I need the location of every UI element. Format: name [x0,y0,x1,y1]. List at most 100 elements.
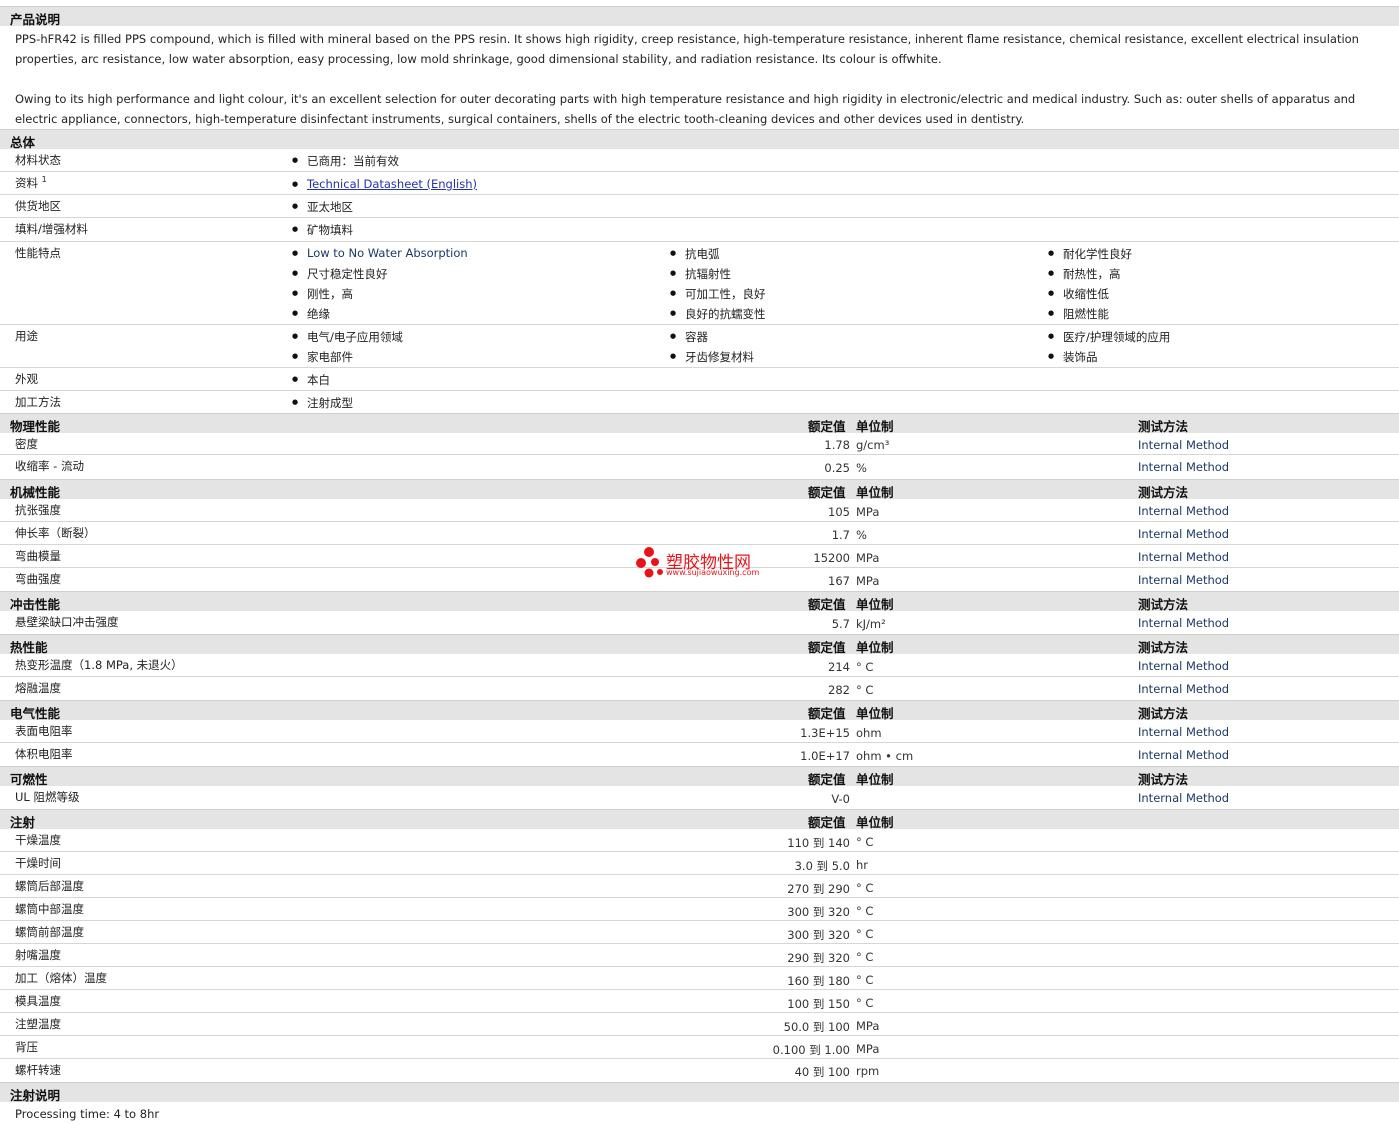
property-unit: ° C [856,904,874,918]
test-method: Internal Method [1138,748,1230,762]
test-method: Internal Method [1138,438,1230,452]
property-unit: ° C [856,683,874,697]
property-unit: g/cm³ [856,438,890,452]
property-value: 167 [828,574,850,588]
property-label: 热变形温度（1.8 MPa, 未退火） [15,658,183,672]
property-row: 体积电阻率 1.0E+17 ohm • cm Internal Method [0,743,1399,766]
property-value: 1.3E+15 [800,726,850,740]
section-header-description: 产品说明 [0,6,1399,27]
property-value: 50.0 到 100 [783,1020,850,1034]
test-method: Internal Method [1138,573,1230,587]
property-unit: ° C [856,996,874,1010]
property-row: 熔融温度 282 ° C Internal Method [0,677,1399,700]
property-row: 收缩率 - 流动 0.25% Internal Method [0,455,1399,478]
property-row: 螺筒后部温度 270 到 290 ° C [0,875,1399,898]
injection-notes-text: Processing time: 4 to 8hr [15,1107,160,1121]
property-unit: ° C [856,950,874,964]
test-method: Internal Method [1138,504,1230,518]
property-unit: MPa [856,505,880,519]
property-row: 模具温度 100 到 150 ° C [0,990,1399,1013]
property-row: 悬壁梁缺口冲击强度 5.7 kJ/m² Internal Method [0,611,1399,634]
property-value: 5.7 [831,617,850,631]
description-paragraph-1: PPS-hFR42 is filled PPS compound, which … [15,32,1359,66]
test-method: Internal Method [1138,550,1230,564]
property-unit: ohm • cm [856,749,914,763]
section-header-flammability: 可燃性 额定值 单位制 测试方法 [0,766,1399,787]
property-row: UL 阻燃等级 V-0 Internal Method [0,786,1399,809]
property-label: 注塑温度 [15,1017,61,1031]
property-unit: ° C [856,973,874,987]
row-label: 资料 1 [15,175,47,190]
property-row: 抗张强度 105 MPa Internal Method [0,499,1399,522]
property-value: 0.100 到 1.00 [772,1043,850,1057]
property-value: 214 [828,660,850,674]
watermark-url: www.sujiaowuxing.com [666,568,760,577]
property-label: 悬壁梁缺口冲击强度 [15,615,119,629]
property-label: 螺筒前部温度 [15,925,84,939]
section-title: 产品说明 [10,12,61,27]
row-appearance: 外观 本白 [0,368,1399,391]
property-label: 表面电阻率 [15,724,73,738]
property-row: 伸长率（断裂） 1.7% Internal Method [0,522,1399,545]
property-label: UL 阻燃等级 [15,790,80,804]
property-label: 弯曲模量 [15,549,61,563]
property-value: 105 [828,505,850,519]
property-value: 0.25 [824,461,850,475]
property-unit: hr [856,858,869,872]
property-value: 15200 [813,551,850,565]
row-label: 供货地区 [15,199,61,213]
property-value: 1.78 [824,438,850,452]
property-label: 干燥温度 [15,833,61,847]
property-row: 注塑温度 50.0 到 100 MPa [0,1013,1399,1036]
property-unit: ° C [856,660,874,674]
property-row: 干燥温度 110 到 140 ° C [0,829,1399,852]
row-label: 性能特点 [15,246,61,260]
property-row: 加工（熔体）温度 160 到 180 ° C [0,967,1399,990]
property-unit: MPa [856,574,880,588]
test-method: Internal Method [1138,616,1230,630]
property-unit: ° C [856,835,874,849]
property-value: 3.0 到 5.0 [794,859,850,873]
property-label: 干燥时间 [15,856,61,870]
property-label: 熔融温度 [15,681,61,695]
property-value: 40 到 100 [794,1065,850,1079]
property-label: 螺筒中部温度 [15,902,84,916]
property-label: 密度 [15,437,38,451]
logo-dots-icon [636,547,663,578]
property-label: 抗张强度 [15,503,61,517]
description-paragraph-2: Owing to its high performance and light … [15,92,1356,126]
property-label: 伸长率（断裂） [15,526,96,540]
row-label: 填料/增强材料 [15,222,88,236]
property-row: 密度 1.78 g/cm³ Internal Method [0,433,1399,455]
row-documents: 资料 1 Technical Datasheet (English) [0,172,1399,195]
property-value: 290 到 320 [787,951,850,965]
section-title: 注射说明 [10,1088,61,1103]
row-filler: 填料/增强材料 矿物填料 [0,218,1399,242]
property-row: 干燥时间 3.0 到 5.0 hr [0,852,1399,875]
test-method: Internal Method [1138,659,1230,673]
test-method: Internal Method [1138,460,1230,474]
property-value: 160 到 180 [787,974,850,988]
property-value: 300 到 320 [787,928,850,942]
property-label: 螺杆转速 [15,1063,61,1077]
row-features: 性能特点 Low to No Water Absorption 尺寸稳定性良好 … [0,242,1399,325]
property-label: 模具温度 [15,994,61,1008]
test-method: Internal Method [1138,682,1230,696]
section-header-injection-notes: 注射说明 [0,1082,1399,1103]
section-header-physical: 物理性能 额定值 单位制 测试方法 [0,413,1399,434]
property-unit: MPa [856,1019,880,1033]
datasheet-link[interactable]: Technical Datasheet (English) [307,177,477,191]
property-row: 螺筒中部温度 300 到 320 ° C [0,898,1399,921]
row-label: 材料状态 [15,153,61,167]
row-uses: 用途 电气/电子应用领域 家电部件 容器 牙齿修复材料 医疗/护理领域的应用 装… [0,325,1399,368]
property-unit: MPa [856,551,880,565]
watermark-logo: 塑胶物性网 www.sujiaowuxing.com [636,546,759,583]
property-row: 背压 0.100 到 1.00 MPa [0,1036,1399,1059]
row-label: 用途 [15,329,38,343]
row-label: 加工方法 [15,395,61,409]
property-label: 弯曲强度 [15,572,61,586]
property-value: 270 到 290 [787,882,850,896]
section-header-impact: 冲击性能 额定值 单位制 测试方法 [0,591,1399,612]
property-value: 300 到 320 [787,905,850,919]
property-label: 射嘴温度 [15,948,61,962]
